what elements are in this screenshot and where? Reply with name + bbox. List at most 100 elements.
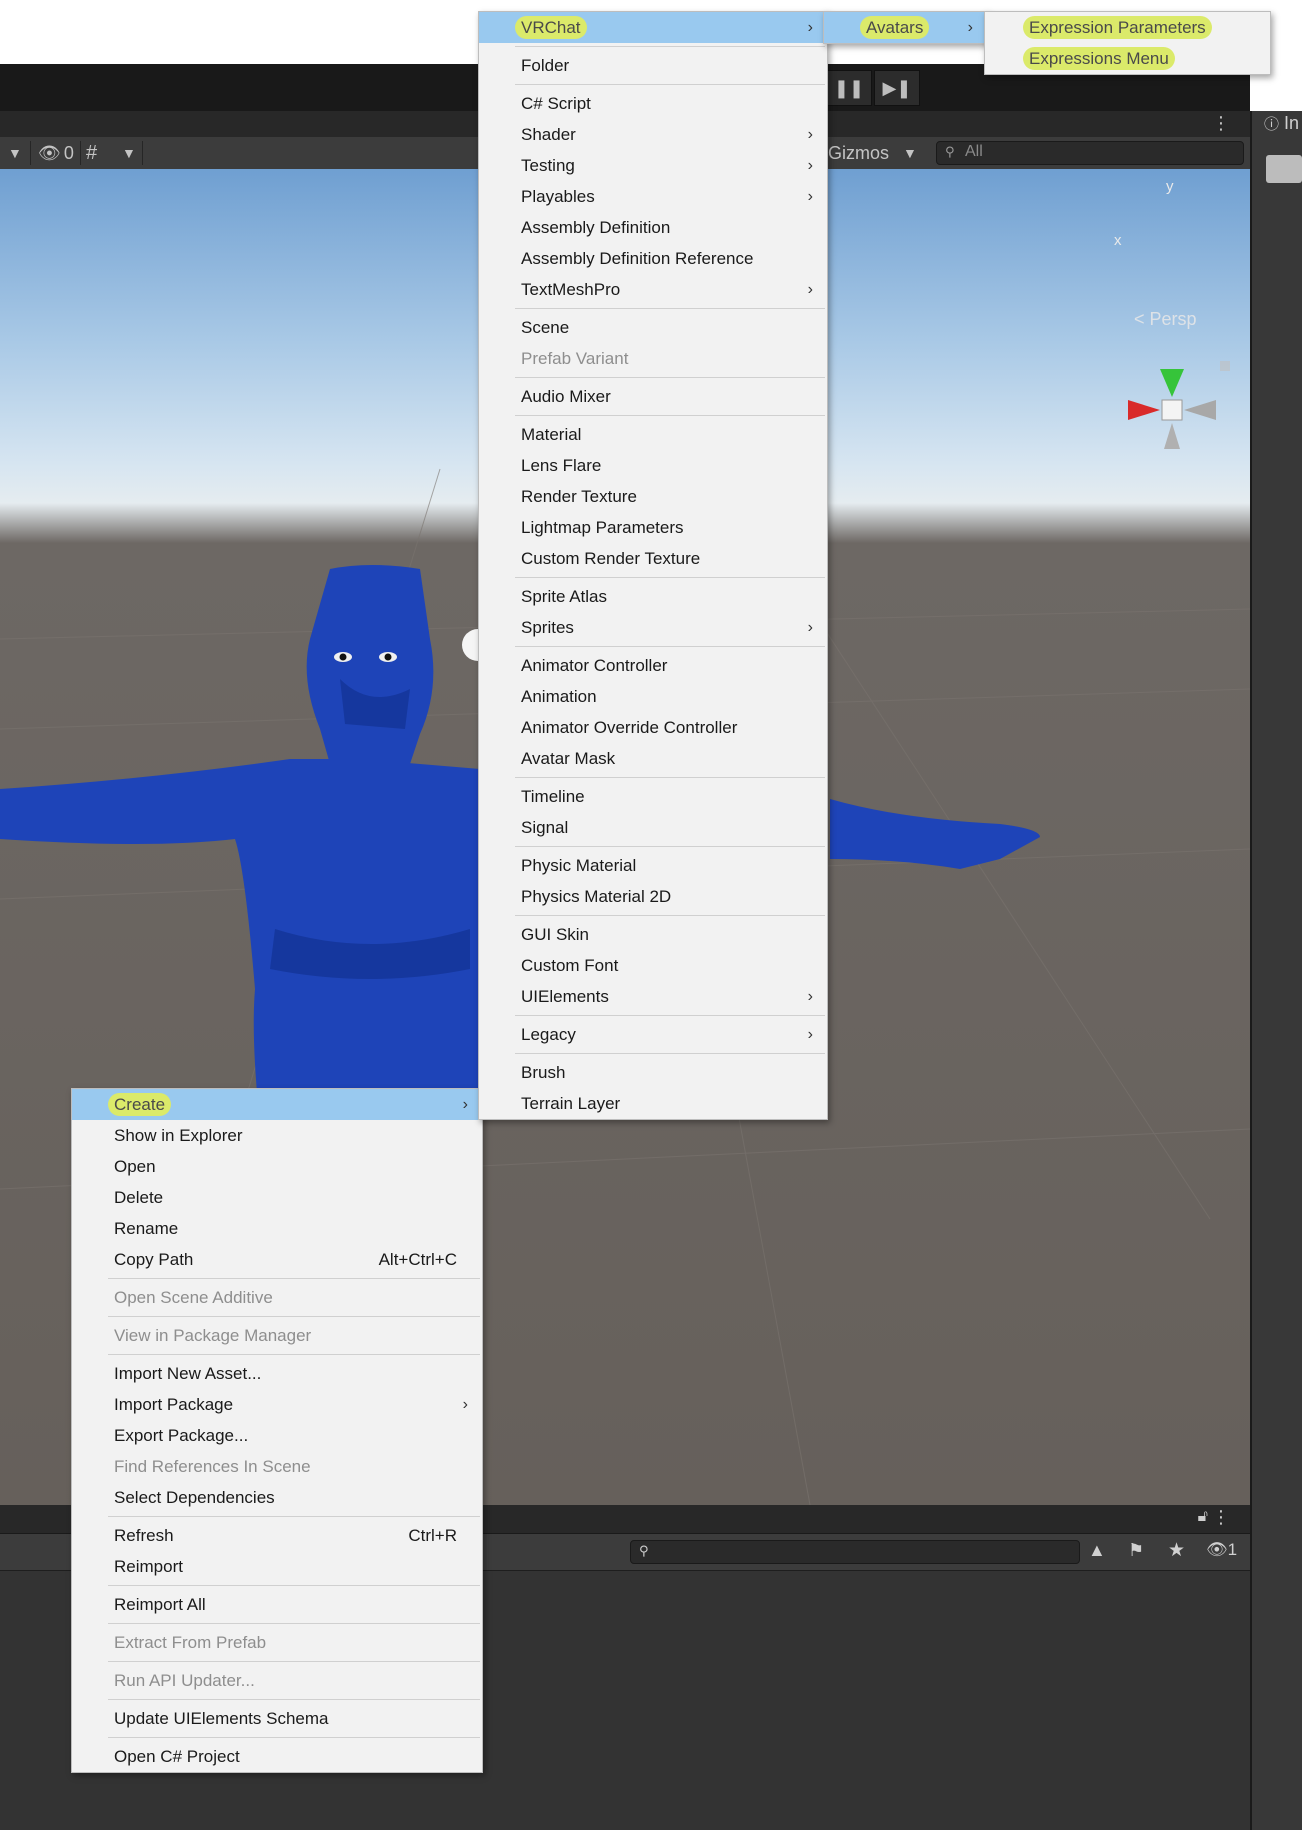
menu-item-animator-override-controller[interactable]: Animator Override Controller <box>479 712 827 743</box>
menu-item-label: Select Dependencies <box>114 1488 275 1507</box>
menu-item-prefab-variant: Prefab Variant <box>479 343 827 374</box>
menu-item-refresh[interactable]: Refresh Ctrl+R <box>72 1520 482 1551</box>
menu-item-custom-render-texture[interactable]: Custom Render Texture <box>479 543 827 574</box>
menu-item-custom-font[interactable]: Custom Font <box>479 950 827 981</box>
menu-item-c-script[interactable]: C# Script <box>479 88 827 119</box>
menu-item-avatars[interactable]: Avatars › <box>824 12 987 43</box>
menu-item-folder[interactable]: Folder <box>479 50 827 81</box>
orientation-gizmo[interactable] <box>1128 361 1230 449</box>
menu-item-open[interactable]: Open <box>72 1151 482 1182</box>
pause-button[interactable]: ❚❚ <box>826 70 872 106</box>
pause-icon: ❚❚ <box>833 77 865 98</box>
menu-item-terrain-layer[interactable]: Terrain Layer <box>479 1088 827 1119</box>
menu-item-label: Lens Flare <box>521 456 602 475</box>
grid-dropdown-arrow-icon[interactable]: ▼ <box>122 141 136 165</box>
menu-item-timeline[interactable]: Timeline <box>479 781 827 812</box>
menu-separator <box>108 1661 480 1662</box>
chevron-right-icon: › <box>807 188 813 205</box>
menu-item-label: Avatar Mask <box>521 749 616 768</box>
menu-item-sprites[interactable]: Sprites › <box>479 612 827 643</box>
persp-toggle[interactable]: < Persp <box>1134 309 1197 330</box>
menu-separator <box>108 1354 480 1355</box>
menu-item-expression-parameters[interactable]: Expression Parameters <box>985 12 1270 43</box>
menu-item-create[interactable]: Create › <box>72 1089 482 1120</box>
menu-item-expressions-menu[interactable]: Expressions Menu <box>985 43 1270 74</box>
menu-item-gui-skin[interactable]: GUI Skin <box>479 919 827 950</box>
menu-item-audio-mixer[interactable]: Audio Mixer <box>479 381 827 412</box>
menu-item-update-uielements-schema[interactable]: Update UIElements Schema <box>72 1703 482 1734</box>
menu-item-label: Playables <box>521 187 595 206</box>
panel-menu-icon[interactable]: ⋮ <box>1212 1507 1230 1528</box>
gizmos-button[interactable]: Gizmos <box>828 141 889 165</box>
menu-item-label: Lightmap Parameters <box>521 518 684 537</box>
filter-by-label-icon[interactable]: ⚑ <box>1128 1540 1144 1561</box>
menu-item-label: Find References In Scene <box>114 1457 311 1476</box>
menu-item-label: Extract From Prefab <box>114 1633 267 1652</box>
scene-search-input[interactable]: ⚲ All <box>936 141 1244 165</box>
menu-item-animator-controller[interactable]: Animator Controller <box>479 650 827 681</box>
folder-icon[interactable] <box>1266 155 1302 183</box>
menu-item-assembly-definition-reference[interactable]: Assembly Definition Reference <box>479 243 827 274</box>
panel-menu-icon[interactable]: ⋮ <box>1212 113 1230 134</box>
menu-item-assembly-definition[interactable]: Assembly Definition <box>479 212 827 243</box>
menu-separator <box>515 84 825 85</box>
menu-separator <box>515 577 825 578</box>
dropdown-arrow-icon[interactable]: ▼ <box>8 141 22 165</box>
step-button[interactable]: ▶❚ <box>874 70 920 106</box>
menu-item-rename[interactable]: Rename <box>72 1213 482 1244</box>
menu-item-scene[interactable]: Scene <box>479 312 827 343</box>
menu-item-reimport[interactable]: Reimport <box>72 1551 482 1582</box>
menu-item-legacy[interactable]: Legacy › <box>479 1019 827 1050</box>
menu-item-view-in-package-manager: View in Package Manager <box>72 1320 482 1351</box>
menu-item-show-in-explorer[interactable]: Show in Explorer <box>72 1120 482 1151</box>
menu-item-brush[interactable]: Brush <box>479 1057 827 1088</box>
menu-item-textmeshpro[interactable]: TextMeshPro › <box>479 274 827 305</box>
menu-item-playables[interactable]: Playables › <box>479 181 827 212</box>
menu-item-shader[interactable]: Shader › <box>479 119 827 150</box>
inspector-tab[interactable]: ⓘ In <box>1264 113 1299 134</box>
menu-item-animation[interactable]: Animation <box>479 681 827 712</box>
menu-item-physic-material[interactable]: Physic Material <box>479 850 827 881</box>
filter-by-type-icon[interactable]: ▲ <box>1088 1540 1106 1561</box>
menu-item-label: Create <box>108 1093 172 1116</box>
menu-item-uielements[interactable]: UIElements › <box>479 981 827 1012</box>
menu-item-material[interactable]: Material <box>479 419 827 450</box>
menu-item-label: Refresh <box>114 1526 174 1545</box>
menu-item-lightmap-parameters[interactable]: Lightmap Parameters <box>479 512 827 543</box>
grid-icon[interactable]: # <box>86 141 97 165</box>
menu-item-reimport-all[interactable]: Reimport All <box>72 1589 482 1620</box>
menu-item-label: Run API Updater... <box>114 1671 255 1690</box>
menu-item-import-new-asset[interactable]: Import New Asset... <box>72 1358 482 1389</box>
menu-item-copy-path[interactable]: Copy Path Alt+Ctrl+C <box>72 1244 482 1275</box>
menu-item-label: C# Script <box>521 94 591 113</box>
menu-item-lens-flare[interactable]: Lens Flare <box>479 450 827 481</box>
chevron-right-icon: › <box>807 157 813 174</box>
hidden-count: 0 <box>63 142 74 163</box>
menu-item-avatar-mask[interactable]: Avatar Mask <box>479 743 827 774</box>
favorites-star-icon[interactable]: ★ <box>1168 1539 1185 1562</box>
menu-item-vrchat[interactable]: VRChat › <box>479 12 827 43</box>
gizmo-y-label: y <box>1166 178 1174 195</box>
menu-item-label: Folder <box>521 56 570 75</box>
menu-item-delete[interactable]: Delete <box>72 1182 482 1213</box>
menu-item-select-dependencies[interactable]: Select Dependencies <box>72 1482 482 1513</box>
menu-separator <box>108 1737 480 1738</box>
toolbar-divider <box>142 141 143 165</box>
persp-label: Persp <box>1149 309 1197 329</box>
menu-item-label: Show in Explorer <box>114 1126 243 1145</box>
menu-item-testing[interactable]: Testing › <box>479 150 827 181</box>
menu-item-import-package[interactable]: Import Package › <box>72 1389 482 1420</box>
project-search-input[interactable]: ⚲ <box>630 1540 1080 1564</box>
lock-icon[interactable]: 🔓︎ <box>1198 1508 1208 1526</box>
menu-item-physics-material-2d[interactable]: Physics Material 2D <box>479 881 827 912</box>
gizmos-dropdown-arrow-icon[interactable]: ▼ <box>903 141 917 165</box>
menu-item-label: View in Package Manager <box>114 1326 312 1345</box>
menu-item-signal[interactable]: Signal <box>479 812 827 843</box>
menu-item-export-package[interactable]: Export Package... <box>72 1420 482 1451</box>
visibility-toggle[interactable]: 👁︎ 0 <box>38 141 74 165</box>
menu-item-label: Open C# Project <box>114 1747 240 1766</box>
hidden-packages-toggle[interactable]: 👁︎1 <box>1206 1540 1237 1560</box>
menu-item-open-c-project[interactable]: Open C# Project <box>72 1741 482 1772</box>
menu-item-render-texture[interactable]: Render Texture <box>479 481 827 512</box>
menu-item-sprite-atlas[interactable]: Sprite Atlas <box>479 581 827 612</box>
